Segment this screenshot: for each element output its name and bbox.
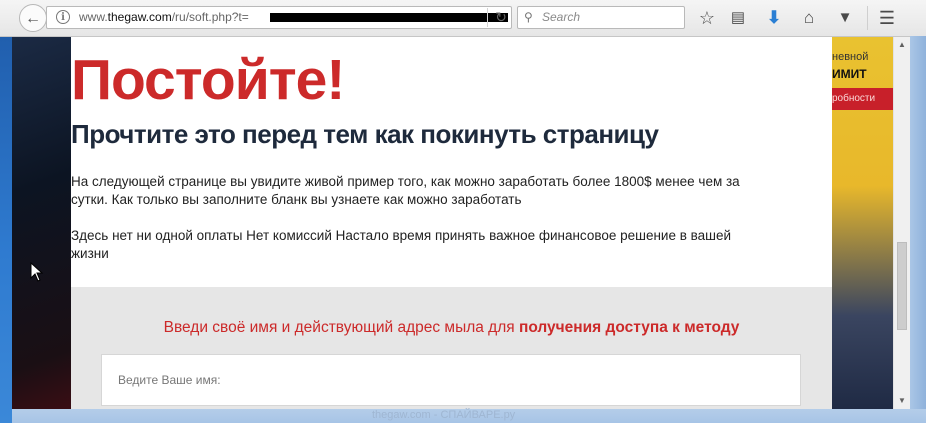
search-icon: ⚲: [524, 10, 533, 24]
search-bar[interactable]: ⚲: [517, 6, 685, 29]
back-icon: ←: [25, 10, 41, 27]
background-page-left: [12, 37, 71, 409]
browser-toolbar: ← i www.thegaw.com/ru/soft.php?t= ↻ ⚲ ☆ …: [0, 0, 926, 37]
search-input[interactable]: [542, 9, 680, 25]
url-redaction: [270, 13, 508, 22]
scroll-up-arrow-icon[interactable]: ▲: [894, 37, 910, 53]
mouse-cursor-icon: [30, 262, 44, 282]
desktop-background: [0, 0, 12, 423]
url-bar[interactable]: i www.thegaw.com/ru/soft.php?t= ↻: [46, 6, 512, 29]
scroll-thumb[interactable]: [897, 242, 907, 330]
menu-icon[interactable]: ☰: [875, 6, 899, 30]
scroll-down-arrow-icon[interactable]: ▼: [894, 393, 910, 409]
signup-form: Введи своё имя и действующий адрес мыла …: [71, 287, 832, 409]
background-page-right: невной ИМИТ робности: [832, 37, 893, 409]
form-heading-text: Введи своё имя и действующий адрес мыла …: [163, 319, 519, 336]
popup-paragraph-1: На следующей странице вы увидите живой п…: [71, 174, 740, 207]
star-icon[interactable]: ☆: [695, 6, 719, 30]
home-icon[interactable]: ⌂: [797, 6, 821, 30]
toolbar-separator: [867, 6, 868, 30]
window-frame-bottom: thegaw.com - СПАЙВАРЕ.ру: [12, 409, 926, 423]
url-path: /ru/soft.php?t=: [171, 10, 249, 24]
bg-text-line2: ИМИТ: [832, 67, 867, 81]
form-heading: Введи своё имя и действующий адрес мыла …: [71, 319, 832, 337]
popup-title: Постойте!: [71, 48, 345, 112]
back-button[interactable]: ←: [19, 4, 47, 32]
url-domain: thegaw.com: [107, 10, 172, 24]
pocket-icon[interactable]: ▼: [833, 6, 857, 30]
window-frame-right: [910, 36, 926, 423]
url-prefix: www.: [79, 10, 108, 24]
bg-details-button[interactable]: робности: [832, 88, 893, 110]
popup-paragraph-2: Здесь нет ни одной оплаты Нет комиссий Н…: [71, 228, 732, 261]
popup-subtitle: Прочтите это перед тем как покинуть стра…: [71, 119, 659, 149]
exit-popup: Постойте! Прочтите это перед тем как пок…: [71, 37, 832, 409]
page-viewport: невной ИМИТ робности Постойте! Прочтите …: [12, 37, 893, 409]
name-input[interactable]: [101, 354, 801, 406]
form-heading-bold: получения доступа к методу: [518, 319, 740, 336]
download-icon[interactable]: ⬇: [762, 6, 786, 30]
vertical-scrollbar[interactable]: ▲ ▼: [893, 37, 910, 409]
info-icon[interactable]: i: [56, 10, 70, 24]
bg-text-line1: невной: [832, 51, 869, 63]
reading-list-icon[interactable]: ▤: [726, 6, 750, 30]
reload-icon[interactable]: ↻: [487, 8, 514, 27]
url-text[interactable]: www.thegaw.com/ru/soft.php?t=: [79, 10, 249, 24]
watermark: thegaw.com - СПАЙВАРЕ.ру: [372, 409, 516, 421]
